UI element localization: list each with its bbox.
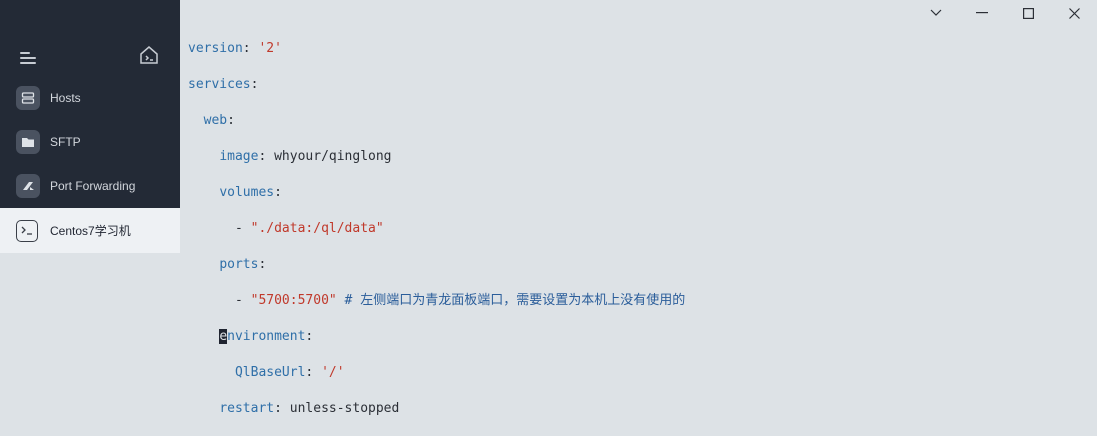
close-icon[interactable] (1051, 0, 1097, 26)
folder-icon (16, 130, 40, 154)
code-line: environment: (219, 329, 314, 344)
text-cursor: e (219, 329, 228, 344)
sidebar-item-label: Port Forwarding (50, 179, 136, 193)
sidebar-item-label: SFTP (50, 135, 81, 149)
code-line: - "5700:5700" # 左侧端口为青龙面板端口，需要设置为本机上没有使用… (234, 293, 686, 308)
sidebar: Hosts SFTP Port Forwarding (0, 0, 180, 208)
forward-icon (16, 174, 40, 198)
code-line: restart: unless-stopped (219, 401, 400, 416)
minimize-icon[interactable] (959, 0, 1005, 26)
sidebar-header (0, 42, 180, 70)
code-line: QlBaseUrl: '/' (234, 365, 345, 380)
sidebar-item-label: Hosts (50, 91, 81, 105)
code-line: - "./data:/ql/data" (234, 221, 384, 236)
code-editor[interactable]: version: '2' services: web: image: whyou… (188, 22, 685, 436)
window-controls (913, 0, 1097, 26)
sidebar-item-port-forwarding[interactable]: Port Forwarding (0, 166, 180, 206)
active-host-label: Centos7学习机 (50, 224, 131, 238)
code-line: image: whyour/qinglong (219, 149, 392, 164)
sidebar-item-hosts[interactable]: Hosts (0, 78, 180, 118)
maximize-icon[interactable] (1005, 0, 1051, 26)
chevron-down-icon[interactable] (913, 0, 959, 26)
code-line: ports: (219, 257, 267, 272)
code-line: web: (203, 113, 235, 128)
code-line: services: (188, 77, 259, 92)
code-line: version: '2' (188, 41, 282, 56)
menu-icon[interactable] (20, 50, 38, 64)
home-terminal-icon[interactable] (138, 44, 160, 66)
hosts-icon (16, 86, 40, 110)
sidebar-item-sftp[interactable]: SFTP (0, 122, 180, 162)
terminal-icon (16, 219, 38, 242)
active-host-tab[interactable]: Centos7学习机 (0, 208, 180, 253)
code-line: volumes: (219, 185, 282, 200)
